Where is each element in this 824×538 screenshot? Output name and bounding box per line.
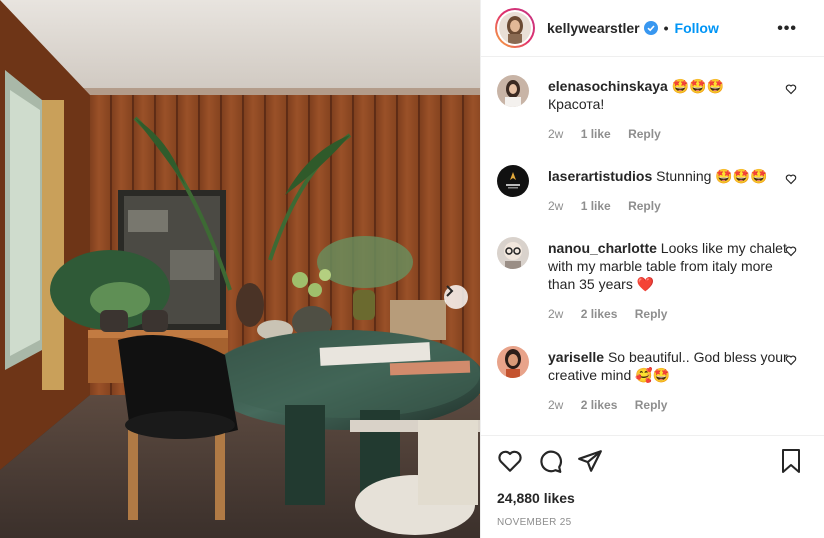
commenter-avatar-image [497,346,529,378]
comment-age[interactable]: 2w [548,307,563,321]
interior-photo [0,0,480,538]
comment-icon[interactable] [537,448,563,474]
post-date[interactable]: NOVEMBER 25 [497,517,571,528]
save-icon[interactable] [779,448,803,474]
comment-age[interactable]: 2w [548,127,563,141]
like-comment-icon[interactable] [785,83,797,95]
comment-likes[interactable]: 2 likes [581,307,618,321]
likes-count[interactable]: 24,880 likes [497,490,575,506]
post-header: kellywearstler • Follow ••• [481,0,824,57]
comment-text: yariselle So beautiful.. God bless your … [548,348,788,384]
comment-age[interactable]: 2w [548,199,563,213]
comment-content: 🤩🤩🤩 [667,78,725,94]
comment-username[interactable]: nanou_charlotte [548,240,657,256]
post-actions: 24,880 likes NOVEMBER 25 [481,435,824,538]
commenter-avatar-image [497,165,529,197]
chevron-right-icon [446,285,454,297]
comment-text: laserartistudios Stunning 🤩🤩🤩 [548,167,788,185]
reply-button[interactable]: Reply [635,398,668,412]
instagram-post: kellywearstler • Follow ••• elenasochins… [0,0,824,538]
next-image-button[interactable] [444,285,468,309]
commenter-avatar-image [497,75,529,107]
comment-text: nanou_charlotte Looks like my chalet wit… [548,239,788,293]
comment-meta: 2w 1 like Reply [548,199,675,213]
reply-button[interactable]: Reply [628,199,661,213]
comment-item: nanou_charlotte Looks like my chalet wit… [497,237,817,327]
commenter-avatar[interactable] [497,165,529,197]
follow-button[interactable]: Follow [675,20,719,36]
comment-username[interactable]: elenasochinskaya [548,78,668,94]
author-username[interactable]: kellywearstler [547,20,640,36]
author-avatar-image [499,12,531,44]
share-icon[interactable] [577,448,603,474]
comment-meta: 2w 1 like Reply [548,127,675,141]
comment-meta: 2w 2 likes Reply [548,307,681,321]
comment-likes[interactable]: 1 like [581,199,611,213]
reply-button[interactable]: Reply [635,307,668,321]
verified-badge-icon [643,21,658,35]
post-image[interactable] [0,0,480,538]
reply-button[interactable]: Reply [628,127,661,141]
commenter-avatar-image [497,237,529,269]
like-comment-icon[interactable] [785,354,797,366]
commenter-avatar[interactable] [497,75,529,107]
comment-likes[interactable]: 1 like [581,127,611,141]
like-comment-icon[interactable] [785,173,797,185]
comment-content: Stunning 🤩🤩🤩 [652,168,768,184]
comment-username[interactable]: laserartistudios [548,168,652,184]
comment-meta: 2w 2 likes Reply [548,398,681,412]
author-avatar[interactable] [495,8,535,48]
like-comment-icon[interactable] [785,245,797,257]
separator-dot: • [663,20,669,36]
comment-text: elenasochinskaya 🤩🤩🤩 Красота! [548,77,788,113]
action-icons [497,448,617,474]
comment-item: laserartistudios Stunning 🤩🤩🤩 2w 1 like … [497,165,817,217]
like-icon[interactable] [497,448,523,474]
comment-item: yariselle So beautiful.. God bless your … [497,346,817,416]
post-sidebar: kellywearstler • Follow ••• elenasochins… [480,0,824,538]
comment-age[interactable]: 2w [548,398,563,412]
more-options-button[interactable]: ••• [777,20,797,38]
comment-content-line2: Красота! [548,96,605,112]
comment-item: elenasochinskaya 🤩🤩🤩 Красота! 2w 1 like … [497,75,817,145]
commenter-avatar[interactable] [497,346,529,378]
comment-likes[interactable]: 2 likes [581,398,618,412]
comment-username[interactable]: yariselle [548,349,604,365]
commenter-avatar[interactable] [497,237,529,269]
comments-list[interactable]: elenasochinskaya 🤩🤩🤩 Красота! 2w 1 like … [481,57,824,435]
